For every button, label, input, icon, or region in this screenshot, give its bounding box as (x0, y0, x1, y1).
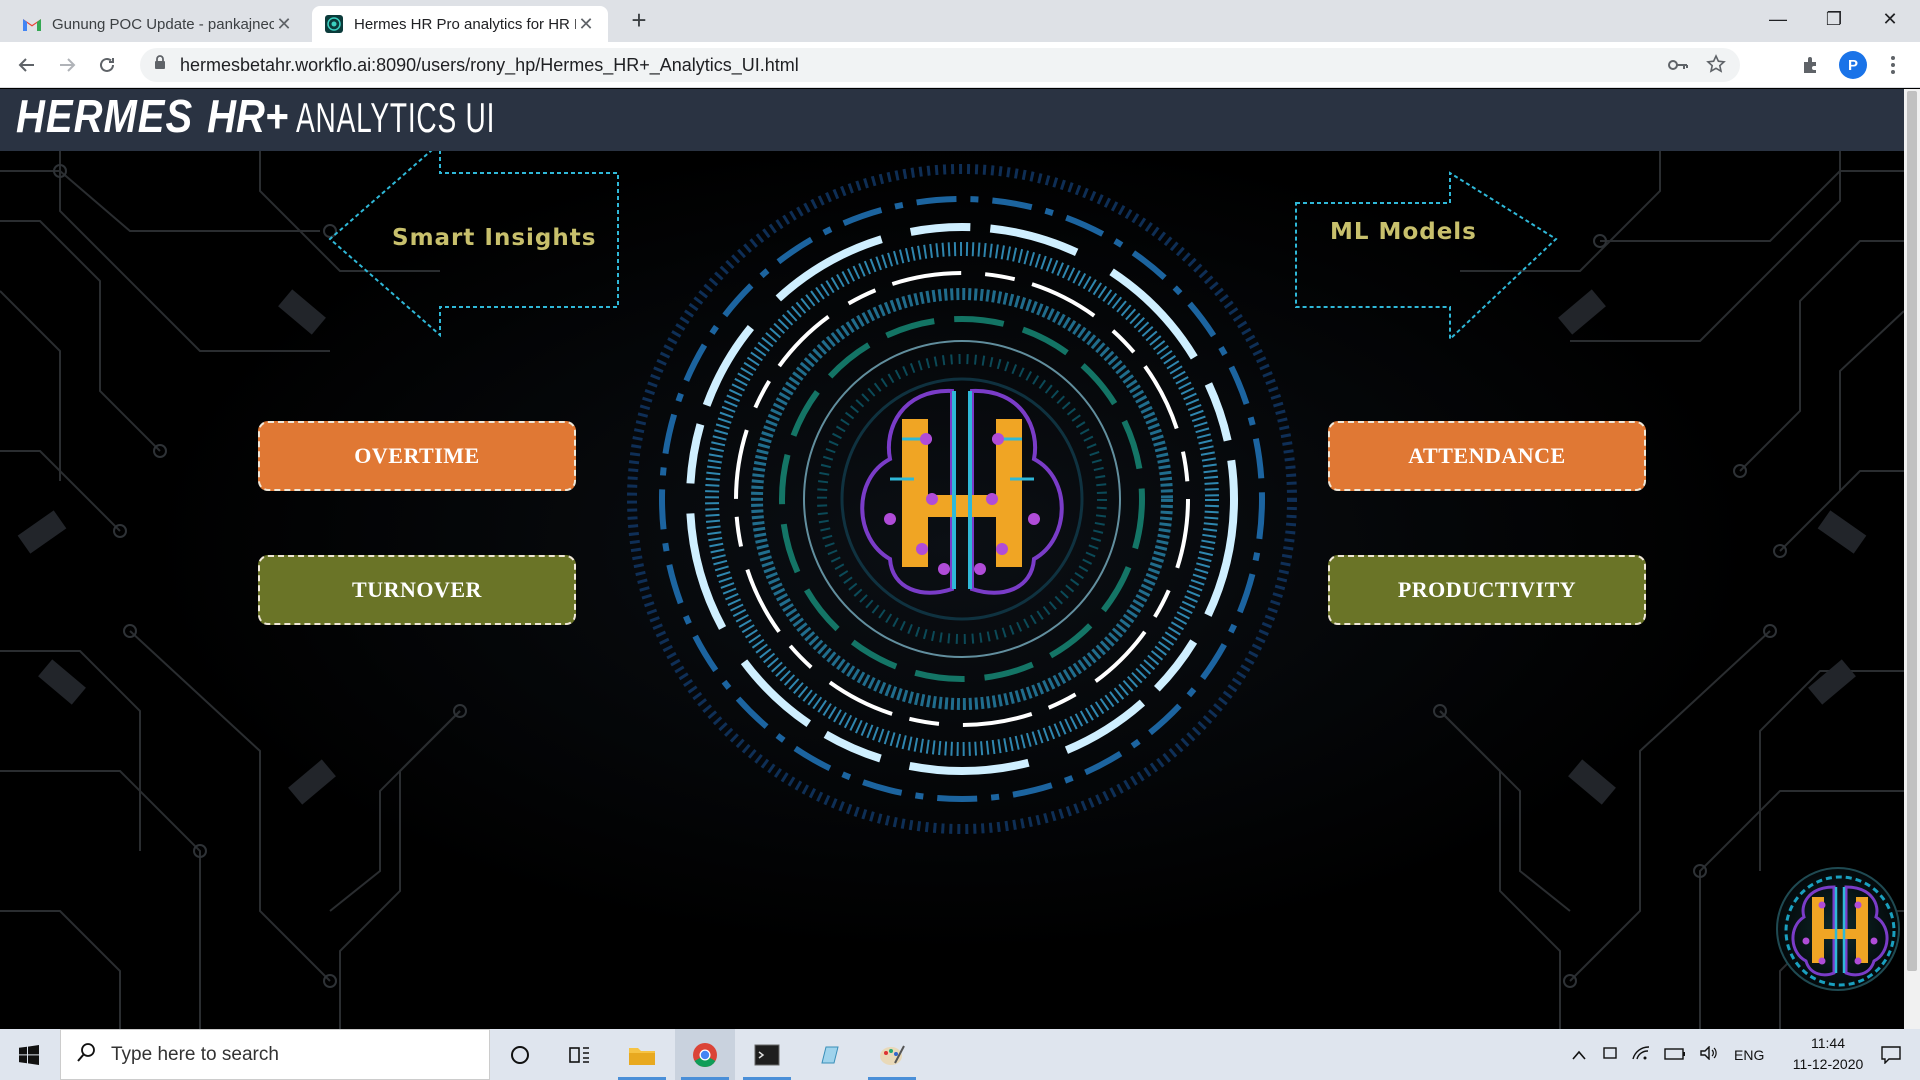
scrollbar-thumb[interactable] (1907, 91, 1917, 971)
chevron-up-icon[interactable] (1572, 1047, 1586, 1063)
productivity-button[interactable]: PRODUCTIVITY (1328, 555, 1646, 625)
windows-start-icon[interactable] (0, 1029, 58, 1080)
tab-title: Gunung POC Update - pankajnec (52, 15, 274, 33)
ml-models-label[interactable]: ML Models (1330, 219, 1477, 245)
maximize-button[interactable]: ❐ (1806, 0, 1862, 38)
chrome-icon[interactable] (675, 1029, 735, 1080)
notes-app-icon[interactable] (800, 1029, 860, 1080)
web-page: HERMES HR+ ANALYTICS UI Smart Insights M… (0, 89, 1904, 1029)
page-scrollbar[interactable] (1904, 89, 1920, 1029)
notification-icon[interactable] (1862, 1029, 1920, 1080)
chat-bot-launcher[interactable] (1776, 867, 1900, 991)
windows-taskbar: Type here to search ENG 11:44 11-12-2020 (0, 1029, 1920, 1080)
search-placeholder: Type here to search (111, 1043, 279, 1065)
dashboard-stage: Smart Insights ML Models OVERTIME TURNOV… (0, 151, 1904, 1029)
gmail-icon (22, 14, 42, 34)
back-icon[interactable] (12, 50, 42, 80)
task-view-icon[interactable] (550, 1029, 610, 1080)
battery-icon[interactable] (1664, 1047, 1686, 1063)
minimize-button[interactable]: — (1750, 0, 1806, 38)
address-bar[interactable]: hermesbetahr.workflo.ai:8090/users/rony_… (140, 48, 1740, 82)
cortana-icon[interactable] (490, 1029, 550, 1080)
star-icon[interactable] (1706, 54, 1726, 79)
profile-avatar[interactable]: P (1838, 50, 1868, 80)
key-icon[interactable] (1668, 58, 1688, 76)
language-indicator[interactable]: ENG (1734, 1047, 1764, 1063)
terminal-icon[interactable] (737, 1029, 797, 1080)
taskbar-search[interactable]: Type here to search (60, 1029, 490, 1080)
wifi-icon[interactable] (1632, 1046, 1650, 1063)
url-text: hermesbetahr.workflo.ai:8090/users/rony_… (180, 54, 799, 75)
tab-gmail[interactable]: Gunung POC Update - pankajnec ✕ (10, 6, 306, 42)
forward-icon[interactable] (52, 50, 82, 80)
brand-logo: HERMES HR+ ANALYTICS UI (16, 91, 496, 143)
close-window-button[interactable]: ✕ (1862, 0, 1918, 38)
turnover-button[interactable]: TURNOVER (258, 555, 576, 625)
new-tab-button[interactable]: + (624, 6, 654, 36)
hermes-icon (324, 14, 344, 34)
tab-hermes[interactable]: Hermes HR Pro analytics for HR F ✕ (312, 6, 608, 42)
extensions-icon[interactable] (1796, 50, 1826, 80)
hermes-logo-icon (1784, 875, 1896, 987)
lock-icon (154, 55, 166, 75)
search-icon (77, 1042, 97, 1067)
file-explorer-icon[interactable] (612, 1029, 672, 1080)
paint-app-icon[interactable] (862, 1029, 922, 1080)
menu-icon[interactable] (1878, 50, 1908, 80)
clock-time: 11:44 (1811, 1035, 1845, 1051)
taskbar-clock[interactable]: 11:44 11-12-2020 (1788, 1033, 1868, 1075)
meet-now-icon[interactable] (1602, 1045, 1618, 1064)
browser-tab-strip: Gunung POC Update - pankajnec ✕ Hermes H… (0, 0, 1920, 42)
reload-icon[interactable] (92, 50, 122, 80)
volume-icon[interactable] (1700, 1045, 1718, 1063)
tab-title: Hermes HR Pro analytics for HR F (354, 15, 576, 33)
close-tab-icon[interactable]: ✕ (576, 14, 596, 35)
clock-date: 11-12-2020 (1792, 1056, 1864, 1072)
overtime-button[interactable]: OVERTIME (258, 421, 576, 491)
close-tab-icon[interactable]: ✕ (274, 14, 294, 35)
attendance-button[interactable]: ATTENDANCE (1328, 421, 1646, 491)
system-tray: ENG (1572, 1029, 1764, 1080)
app-header: HERMES HR+ ANALYTICS UI (0, 89, 1904, 151)
browser-toolbar: hermesbetahr.workflo.ai:8090/users/rony_… (0, 42, 1920, 88)
smart-insights-label[interactable]: Smart Insights (392, 225, 596, 251)
